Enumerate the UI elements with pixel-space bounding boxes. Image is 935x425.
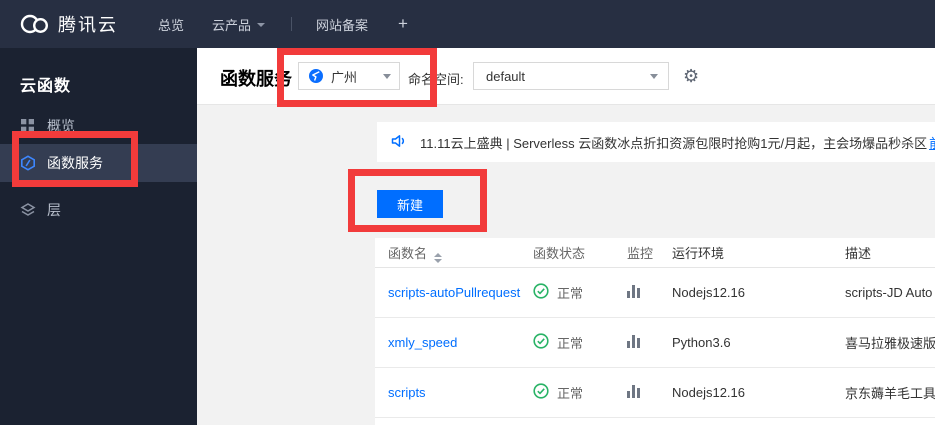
nav-item-beian[interactable]: 网站备案 — [316, 15, 368, 34]
promo-banner-text: 11.11云上盛典 | Serverless 云函数冰点折扣资源包限时抢购1元/… — [420, 135, 928, 151]
main-content: 11.11云上盛典 | Serverless 云函数冰点折扣资源包限时抢购1元/… — [197, 105, 935, 425]
sidebar-item-overview[interactable]: 概览 — [0, 108, 197, 144]
status-ok-icon — [533, 283, 549, 302]
globe-icon — [308, 68, 324, 84]
sidebar-item-function-service[interactable]: 函数服务 — [0, 144, 197, 182]
gear-icon[interactable]: ⚙ — [683, 62, 699, 90]
table-row: scripts-autoPullrequest 正常 Nodejs12.16 s… — [375, 268, 935, 318]
function-link[interactable]: xmly_speed — [388, 335, 457, 350]
table-row: xmly_speed 正常 Python3.6 喜马拉雅极速版刷 — [375, 318, 935, 368]
nav-item-cloud-products-label: 云产品 — [212, 17, 252, 33]
column-header-runtime: 运行环境 — [672, 246, 725, 261]
tencent-cloud-brand[interactable]: 腾讯云 — [18, 11, 118, 37]
sidebar-item-function-service-label: 函数服务 — [47, 155, 103, 171]
nav-item-cloud-products[interactable]: 云产品 — [212, 15, 266, 34]
sort-icon[interactable] — [434, 252, 443, 263]
function-link[interactable]: scripts-autoPullrequest — [388, 285, 520, 300]
function-link[interactable]: scripts — [388, 385, 426, 400]
nav-divider — [291, 17, 293, 31]
table-row: scripts 正常 Nodejs12.16 京东薅羊毛工具 — [375, 368, 935, 418]
scf-hexagon-icon — [20, 155, 36, 171]
tencent-cloud-logo-icon — [18, 12, 50, 36]
status-ok-icon — [533, 333, 549, 352]
status-text: 正常 — [557, 336, 584, 351]
chevron-down-icon — [257, 23, 266, 27]
create-button[interactable]: 新建 — [377, 190, 443, 218]
chevron-down-icon — [650, 73, 658, 79]
runtime-value: Nodejs12.16 — [672, 385, 745, 400]
column-header-function-name-label: 函数名 — [388, 245, 428, 261]
description-value: 喜马拉雅极速版刷 — [845, 336, 935, 351]
function-table: 函数名 函数状态 监控 运行环境 描述 scripts-autoPullrequ… — [375, 238, 935, 425]
status-text: 正常 — [557, 286, 584, 301]
chevron-down-icon — [383, 73, 391, 79]
table-header-row: 函数名 函数状态 监控 运行环境 描述 — [375, 238, 935, 268]
description-value: 京东薅羊毛工具 — [845, 386, 935, 401]
namespace-selector[interactable]: default — [473, 62, 669, 90]
page-header: 函数服务 广州 命名空间: default ⚙ — [197, 48, 935, 105]
sidebar-item-overview-label: 概览 — [47, 118, 75, 134]
promo-banner: 11.11云上盛典 | Serverless 云函数冰点折扣资源包限时抢购1元/… — [377, 122, 935, 162]
description-value: scripts-JD Auto Pu — [845, 285, 935, 300]
status-ok-icon — [533, 383, 549, 402]
namespace-label: 命名空间: — [408, 72, 464, 87]
column-header-monitor: 监控 — [627, 246, 654, 261]
nav-item-overview-label: 总览 — [158, 17, 185, 33]
brand-name: 腾讯云 — [58, 15, 118, 35]
top-nav: 腾讯云 总览 云产品 网站备案 + — [0, 0, 935, 48]
status-text: 正常 — [557, 386, 584, 401]
column-header-description: 描述 — [845, 246, 872, 261]
nav-add-tab-button[interactable]: + — [398, 14, 408, 34]
nav-item-beian-label: 网站备案 — [316, 17, 369, 33]
nav-item-overview[interactable]: 总览 — [158, 15, 184, 34]
runtime-value: Python3.6 — [672, 335, 731, 350]
region-selector[interactable]: 广州 — [298, 62, 400, 90]
sidebar-item-layers[interactable]: 层 — [0, 192, 197, 228]
column-header-status: 函数状态 — [533, 246, 586, 261]
sidebar-item-layers-label: 层 — [47, 202, 61, 218]
region-label: 广州 — [331, 69, 358, 85]
namespace-value: default — [486, 68, 526, 84]
monitor-chart-icon[interactable] — [627, 284, 640, 298]
layers-icon — [20, 202, 36, 218]
sidebar-title: 云函数 — [20, 78, 72, 95]
grid-icon — [20, 118, 36, 134]
column-header-function-name: 函数名 — [375, 243, 533, 263]
page-title: 函数服务 — [220, 69, 292, 89]
announcement-icon — [390, 132, 408, 153]
promo-banner-link[interactable]: 前往 — [929, 133, 935, 152]
sidebar: 云函数 概览 函数服务 层 — [0, 48, 197, 425]
monitor-chart-icon[interactable] — [627, 334, 640, 348]
monitor-chart-icon[interactable] — [627, 384, 640, 398]
runtime-value: Nodejs12.16 — [672, 285, 745, 300]
